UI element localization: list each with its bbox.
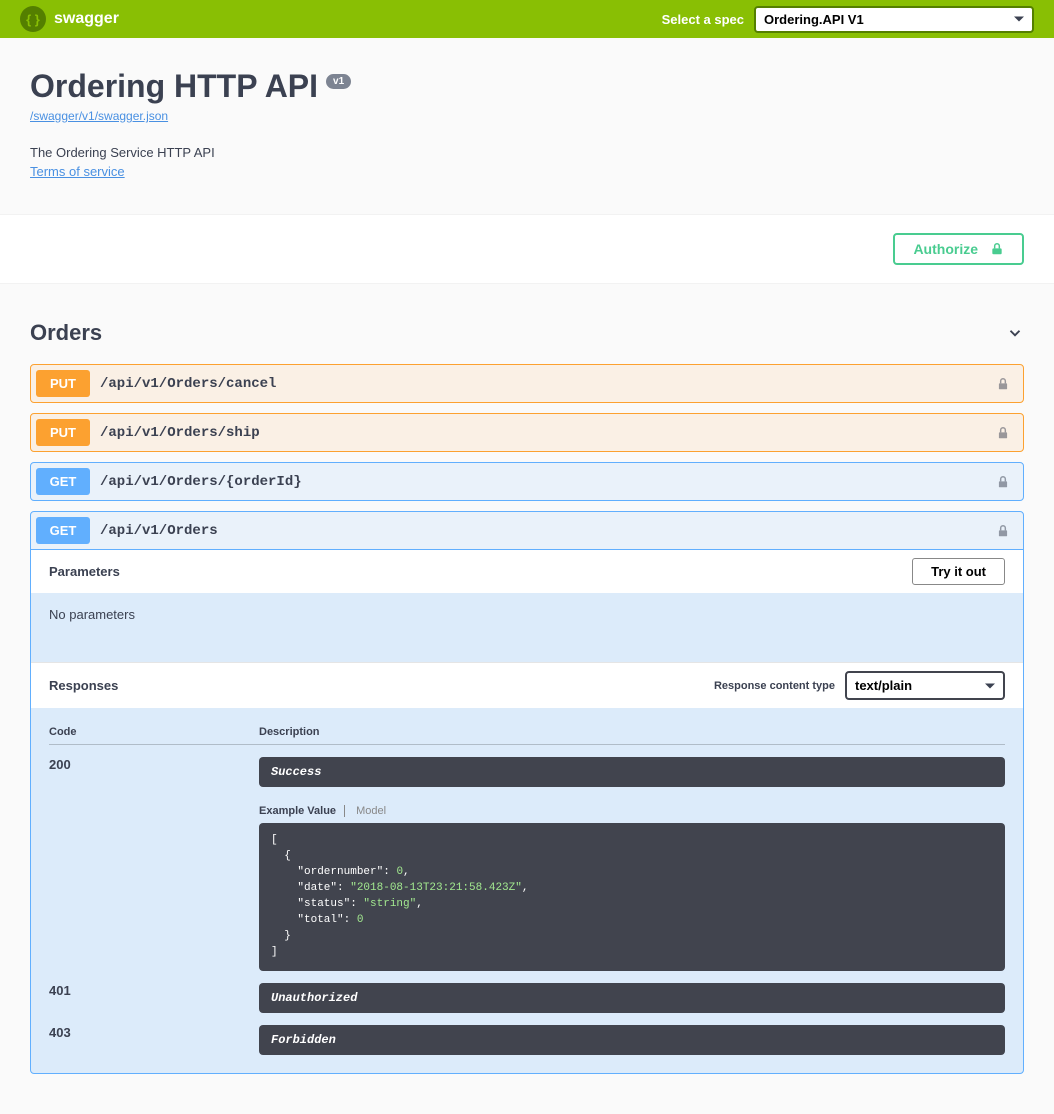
op-path: /api/v1/Orders/{orderId} (100, 474, 996, 490)
api-title-text: Ordering HTTP API (30, 68, 318, 105)
op-path: /api/v1/Orders (100, 523, 996, 539)
method-badge: GET (36, 517, 90, 544)
op-get-orders: GET /api/v1/Orders Parameters Try it out… (30, 511, 1024, 1074)
topbar: { } swagger Select a spec Ordering.API V… (0, 0, 1054, 38)
select-spec-label: Select a spec (662, 12, 744, 27)
no-parameters-text: No parameters (31, 593, 1023, 662)
swagger-logo-icon: { } (20, 6, 46, 32)
tos-link[interactable]: Terms of service (30, 164, 125, 179)
response-desc: Unauthorized (259, 983, 1005, 1013)
tag-section-orders: Orders PUT /api/v1/Orders/cancel PUT /ap… (30, 312, 1024, 1074)
example-value-tab[interactable]: Example Value (259, 805, 345, 817)
lock-icon (996, 426, 1010, 440)
brand-name: swagger (54, 10, 119, 28)
info-section: Ordering HTTP API v1 /swagger/v1/swagger… (0, 38, 1054, 214)
response-message: Success (259, 757, 1005, 787)
responses-table: Code Description 200 Success Example Val… (31, 708, 1023, 1073)
version-badge: v1 (326, 74, 351, 89)
col-desc-header: Description (259, 726, 1005, 738)
table-head: Code Description (49, 726, 1005, 745)
spec-selector: Select a spec Ordering.API V1 (662, 6, 1034, 33)
example-code-block: [ { "ordernumber": 0, "date": "2018-08-1… (259, 823, 1005, 971)
authorize-button[interactable]: Authorize (893, 233, 1024, 265)
method-badge: GET (36, 468, 90, 495)
brand: { } swagger (20, 6, 119, 32)
lock-icon (990, 242, 1004, 256)
content-type-label: Response content type (714, 680, 835, 692)
example-tabs: Example Value Model (259, 805, 1005, 817)
method-badge: PUT (36, 370, 90, 397)
spec-url-link[interactable]: /swagger/v1/swagger.json (30, 109, 168, 123)
main-content: Orders PUT /api/v1/Orders/cancel PUT /ap… (0, 312, 1054, 1114)
op-get-order-by-id: GET /api/v1/Orders/{orderId} (30, 462, 1024, 501)
op-summary[interactable]: GET /api/v1/Orders (31, 512, 1023, 549)
op-summary[interactable]: GET /api/v1/Orders/{orderId} (31, 463, 1023, 500)
api-title: Ordering HTTP API v1 (30, 68, 1024, 105)
responses-label: Responses (49, 678, 118, 693)
model-tab[interactable]: Model (348, 805, 386, 817)
lock-icon (996, 377, 1010, 391)
col-code-header: Code (49, 726, 259, 738)
tag-name: Orders (30, 320, 102, 346)
op-path: /api/v1/Orders/ship (100, 425, 996, 441)
spec-select[interactable]: Ordering.API V1 (754, 6, 1034, 33)
response-code: 200 (49, 757, 259, 971)
op-put-ship: PUT /api/v1/Orders/ship (30, 413, 1024, 452)
response-row: 200 Success Example Value Model [ { "ord… (49, 757, 1005, 971)
op-path: /api/v1/Orders/cancel (100, 376, 996, 392)
response-code: 403 (49, 1025, 259, 1055)
response-row: 401 Unauthorized (49, 983, 1005, 1013)
response-desc: Success Example Value Model [ { "ordernu… (259, 757, 1005, 971)
op-summary[interactable]: PUT /api/v1/Orders/cancel (31, 365, 1023, 402)
op-summary[interactable]: PUT /api/v1/Orders/ship (31, 414, 1023, 451)
response-message: Unauthorized (259, 983, 1005, 1013)
chevron-down-icon (1006, 324, 1024, 342)
parameters-label: Parameters (49, 564, 120, 579)
try-it-out-button[interactable]: Try it out (912, 558, 1005, 585)
api-description: The Ordering Service HTTP API (30, 145, 1024, 160)
op-body: Parameters Try it out No parameters Resp… (31, 549, 1023, 1073)
response-desc: Forbidden (259, 1025, 1005, 1055)
lock-icon (996, 475, 1010, 489)
authorize-label: Authorize (913, 241, 978, 257)
responses-header: Responses Response content type text/pla… (31, 662, 1023, 708)
response-code: 401 (49, 983, 259, 1013)
auth-section: Authorize (0, 214, 1054, 284)
op-put-cancel: PUT /api/v1/Orders/cancel (30, 364, 1024, 403)
response-row: 403 Forbidden (49, 1025, 1005, 1055)
parameters-header: Parameters Try it out (31, 550, 1023, 593)
response-message: Forbidden (259, 1025, 1005, 1055)
method-badge: PUT (36, 419, 90, 446)
tag-header[interactable]: Orders (30, 312, 1024, 354)
content-type-select[interactable]: text/plain (845, 671, 1005, 700)
lock-icon (996, 524, 1010, 538)
